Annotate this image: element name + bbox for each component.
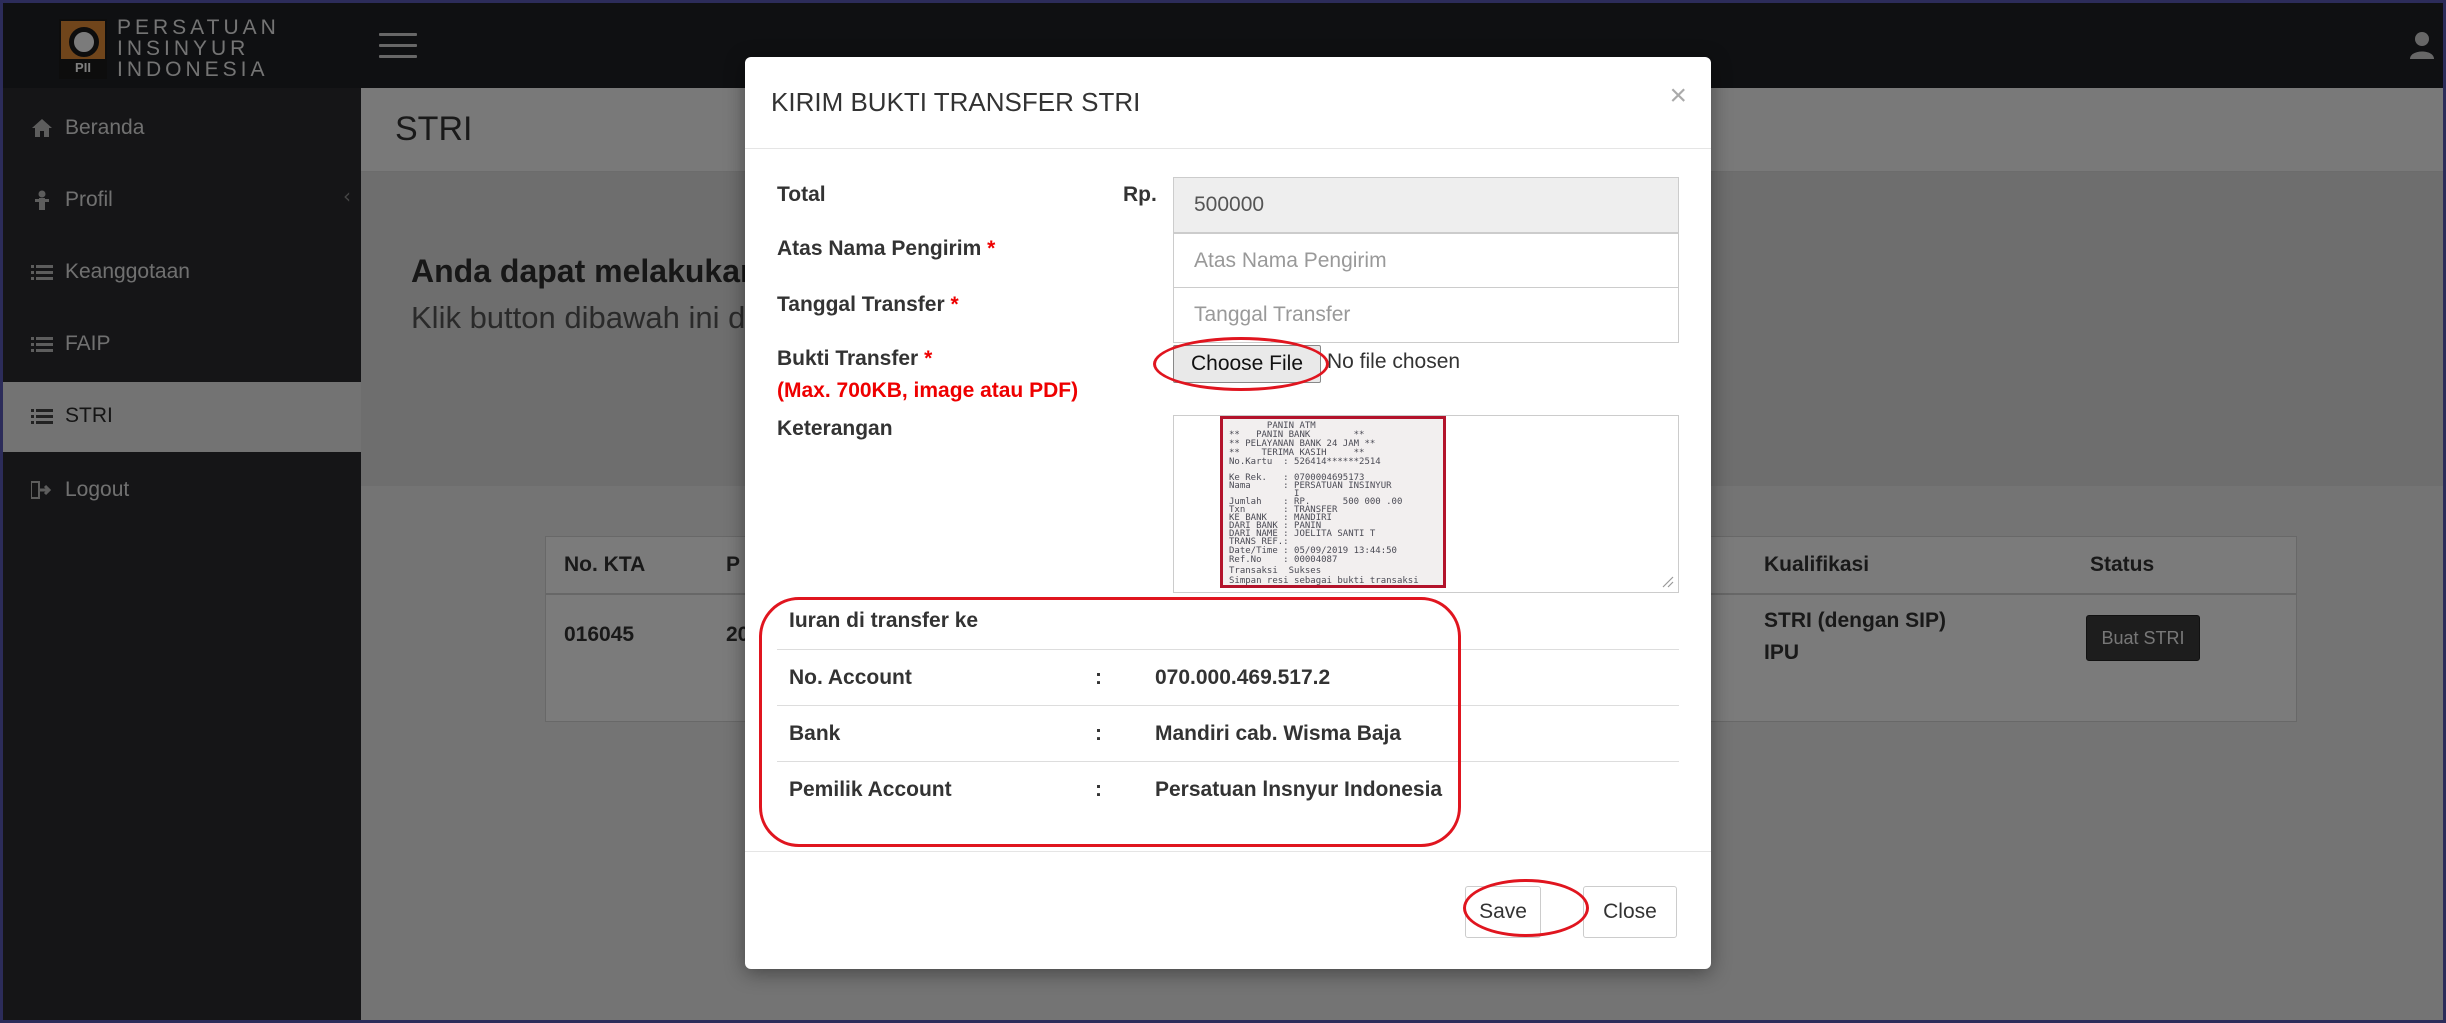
modal-title: KIRIM BUKTI TRANSFER STRI bbox=[771, 87, 1141, 117]
row-separator: : bbox=[1095, 666, 1102, 689]
keterangan-label: Keterangan bbox=[777, 417, 893, 440]
row-separator: : bbox=[1095, 778, 1102, 801]
row-key: No. Account bbox=[789, 666, 912, 689]
modal-header: KIRIM BUKTI TRANSFER STRI × bbox=[745, 57, 1711, 149]
tanggal-transfer-label: Tanggal Transfer * bbox=[777, 293, 959, 317]
receipt-line: No.Kartu : 526414******2514 bbox=[1229, 457, 1381, 467]
kirim-bukti-transfer-modal: KIRIM BUKTI TRANSFER STRI × Total Rp. At… bbox=[745, 57, 1711, 969]
total-label: Total bbox=[777, 183, 826, 206]
receipt-image: PANIN ATM ** PANIN BANK ** ** PELAYANAN … bbox=[1220, 416, 1446, 588]
app-frame: PII PERSATUAN INSINYUR INDONESIA Beranda… bbox=[0, 0, 2446, 1023]
row-key: Pemilik Account bbox=[789, 778, 952, 801]
row-value: Persatuan lnsnyur Indonesia bbox=[1155, 778, 1443, 801]
receipt-line: Transaksi Sukses bbox=[1229, 566, 1322, 576]
tanggal-transfer-input[interactable] bbox=[1173, 287, 1679, 343]
bank-row: Bank : Mandiri cab. Wisma Baja bbox=[777, 705, 1679, 761]
resize-handle-icon[interactable] bbox=[1662, 576, 1674, 588]
atas-nama-label: Atas Nama Pengirim * bbox=[777, 237, 995, 261]
save-button[interactable]: Save bbox=[1465, 886, 1541, 938]
currency-label: Rp. bbox=[1123, 183, 1157, 206]
file-size-note: (Max. 700KB, image atau PDF) bbox=[777, 379, 1079, 402]
atas-nama-pengirim-input[interactable] bbox=[1173, 233, 1679, 289]
tanggal-label-text: Tanggal Transfer bbox=[777, 293, 945, 316]
row-value: Mandiri cab. Wisma Baja bbox=[1155, 722, 1402, 745]
bukti-transfer-label: Bukti Transfer * bbox=[777, 347, 932, 371]
account-number-row: No. Account : 070.000.469.517.2 bbox=[777, 649, 1679, 705]
required-mark: * bbox=[950, 293, 959, 316]
iuran-title: Iuran di transfer ke bbox=[789, 609, 979, 632]
bukti-label-text: Bukti Transfer bbox=[777, 347, 919, 370]
required-mark: * bbox=[924, 347, 933, 370]
iuran-info-panel: Iuran di transfer ke No. Account : 070.0… bbox=[777, 597, 1679, 801]
close-button[interactable]: Close bbox=[1583, 886, 1677, 938]
row-key: Bank bbox=[789, 722, 841, 745]
modal-footer: Save Close bbox=[745, 851, 1711, 969]
keterangan-textarea[interactable]: PANIN ATM ** PANIN BANK ** ** PELAYANAN … bbox=[1173, 415, 1679, 593]
row-separator: : bbox=[1095, 722, 1102, 745]
choose-file-button[interactable]: Choose File bbox=[1173, 345, 1321, 383]
required-mark: * bbox=[987, 237, 996, 260]
atas-nama-label-text: Atas Nama Pengirim bbox=[777, 237, 982, 260]
receipt-line: Ref.No : 00004087 bbox=[1229, 555, 1338, 565]
total-input[interactable] bbox=[1173, 177, 1679, 233]
receipt-line: Simpan resi sebagai bukti transaksi bbox=[1229, 576, 1419, 586]
row-value: 070.000.469.517.2 bbox=[1155, 666, 1331, 689]
close-icon[interactable]: × bbox=[1669, 79, 1687, 113]
file-status-text: No file chosen bbox=[1327, 350, 1461, 373]
account-owner-row: Pemilik Account : Persatuan lnsnyur Indo… bbox=[777, 761, 1679, 817]
